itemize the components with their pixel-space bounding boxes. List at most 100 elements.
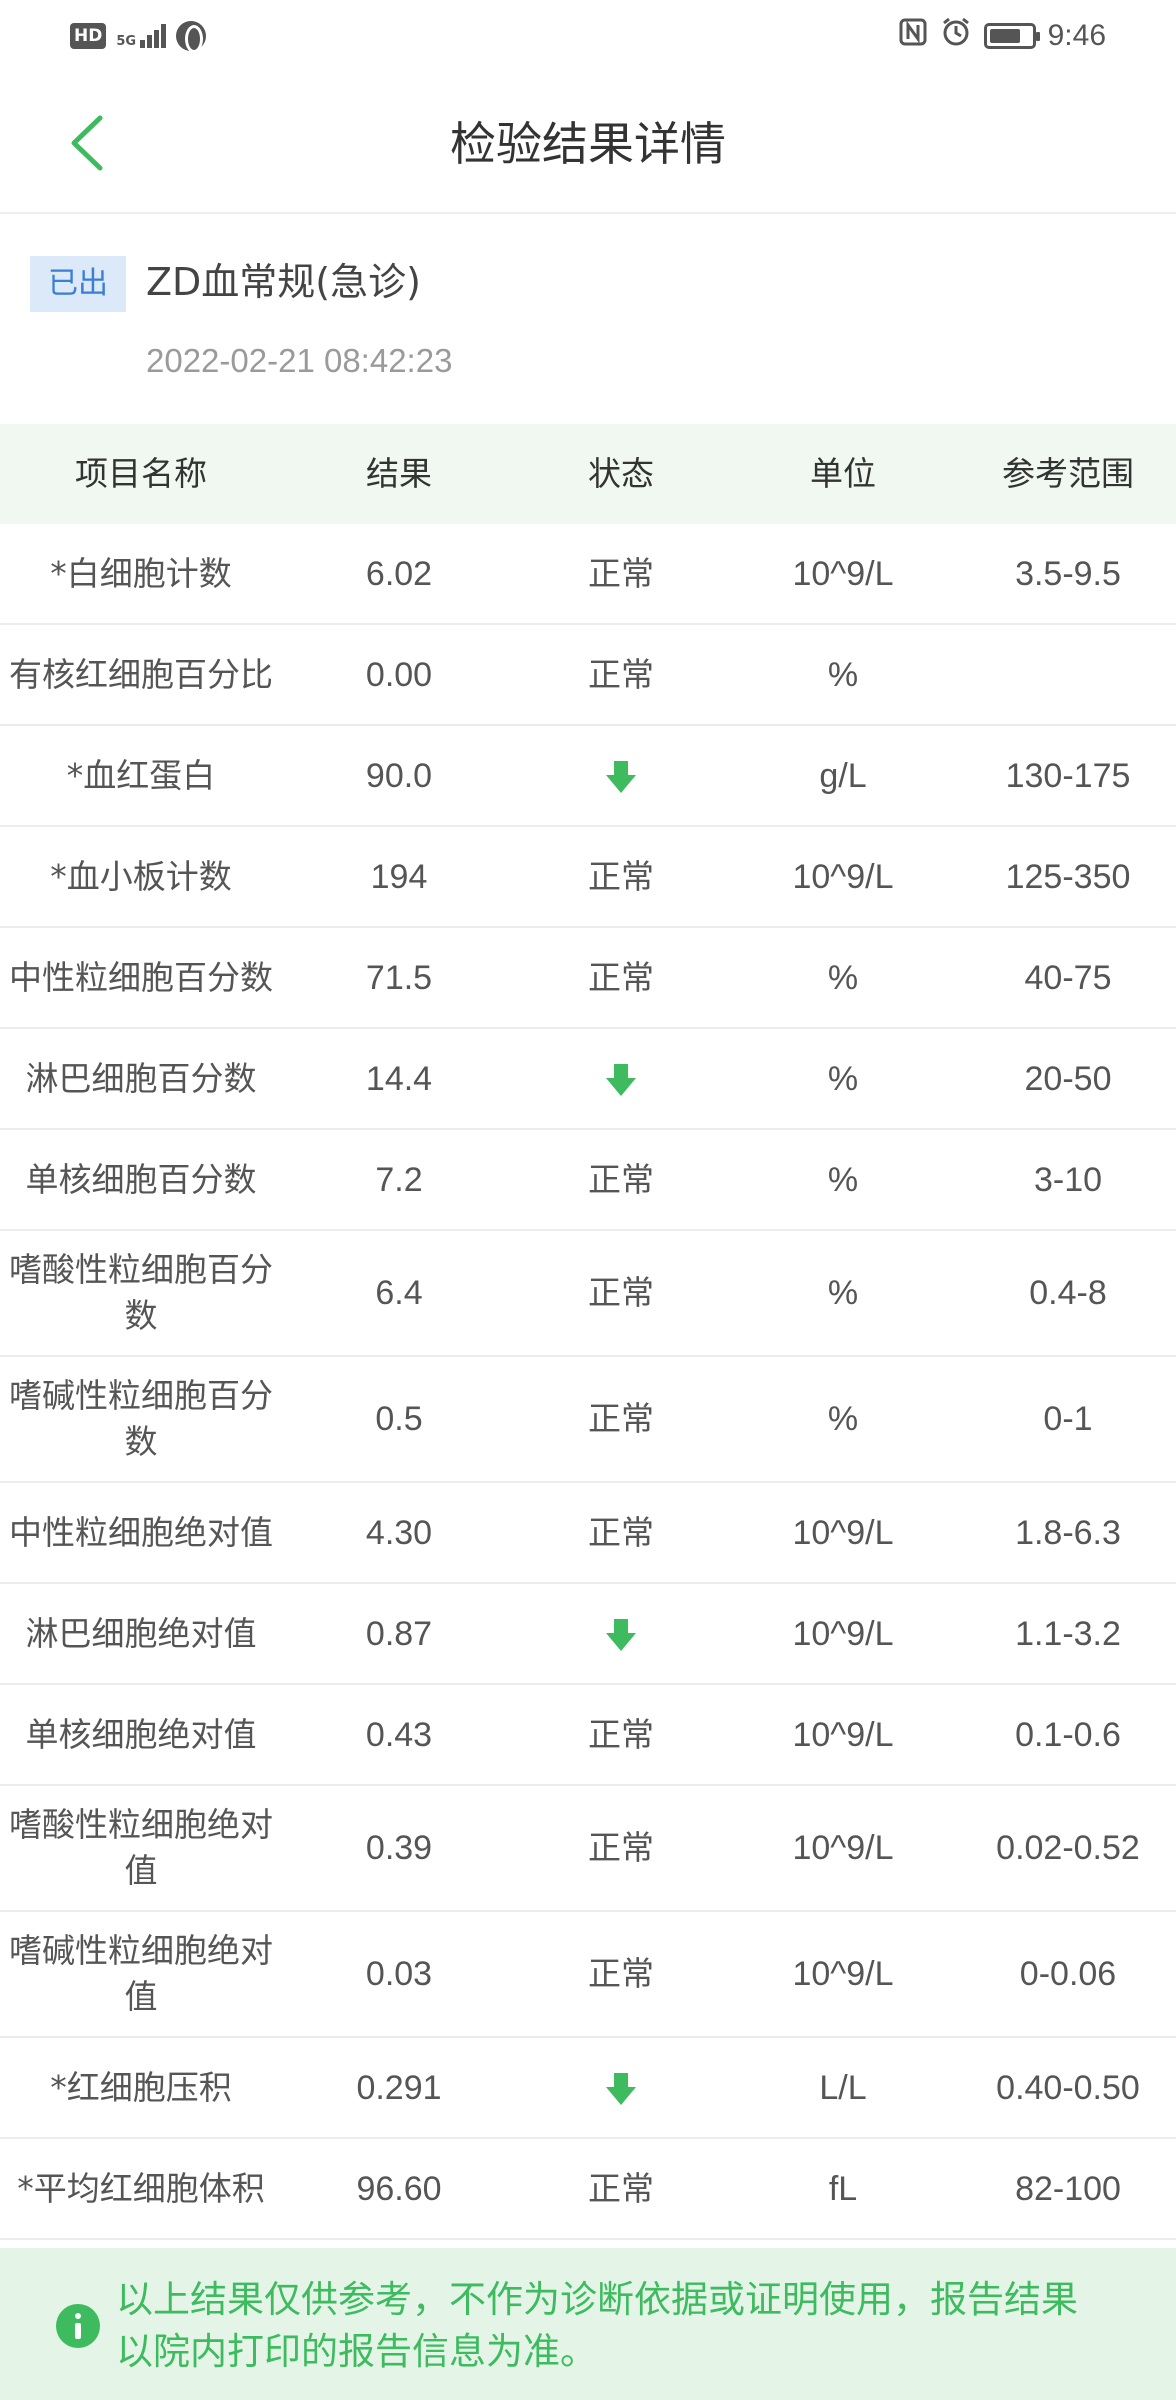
reference-range: 3.5-9.5 xyxy=(1015,554,1121,593)
result-value: 6.02 xyxy=(365,554,433,593)
item-name: 嗜酸性粒细胞百分数 xyxy=(9,1250,273,1335)
result-value: 0.03 xyxy=(365,1955,433,1993)
unit-value: fL xyxy=(828,2169,858,2208)
result-value: 0.87 xyxy=(365,1614,433,1653)
table-row: 淋巴细胞绝对值 0.87 10^9/L 1.1-3.2 xyxy=(0,1584,1176,1685)
nfc-icon xyxy=(898,17,928,56)
status-text: 正常 xyxy=(588,1399,654,1438)
status-badge: 已出 xyxy=(30,256,126,312)
header-result: 结果 xyxy=(366,454,432,493)
status-text: 正常 xyxy=(588,1828,654,1867)
unit-value: % xyxy=(827,958,859,997)
table-row: 中性粒细胞百分数 71.5 正常% 40-75 xyxy=(0,928,1176,1029)
status-text: 正常 xyxy=(588,2168,654,2208)
item-name: 淋巴细胞百分数 xyxy=(25,1058,257,1098)
status-bar-left: HD 5G xyxy=(70,18,207,54)
result-value: 0.5 xyxy=(375,1400,423,1438)
result-value: 0.39 xyxy=(365,1829,433,1867)
unit-value: % xyxy=(827,1059,859,1098)
unit-value: % xyxy=(827,1274,859,1312)
reference-range: 1.1-3.2 xyxy=(1015,1614,1121,1653)
reference-range: 130-175 xyxy=(1005,756,1131,795)
unit-value: 10^9/L xyxy=(792,1513,894,1552)
table-row: 单核细胞绝对值 0.43 正常 10^9/L 0.1-0.6 xyxy=(0,1685,1176,1786)
status-time: 9:46 xyxy=(1047,19,1106,52)
result-value: 0.291 xyxy=(356,2068,442,2107)
disclaimer-notice: 以上结果仅供参考，不作为诊断依据或证明使用，报告结果以院内打印的报告信息为准。 xyxy=(0,2248,1176,2400)
status-text: 正常 xyxy=(588,654,654,694)
header-status: 状态 xyxy=(588,454,654,493)
unit-value: 10^9/L xyxy=(792,1614,894,1653)
disclaimer-text: 以上结果仅供参考，不作为诊断依据或证明使用，报告结果以院内打印的报告信息为准。 xyxy=(116,2278,1078,2373)
reference-range: 0.4-8 xyxy=(1029,1274,1107,1312)
item-name: *白细胞计数 xyxy=(50,553,232,593)
table-header: 项目名称 结果 状态 单位 参考范围 xyxy=(0,424,1176,524)
unit-value: L/L xyxy=(819,2068,867,2107)
unit-value: 10^9/L xyxy=(792,1715,894,1754)
arrow-down-icon xyxy=(606,1619,636,1651)
unit-value: % xyxy=(827,1400,859,1438)
status-text: 正常 xyxy=(588,1954,654,1993)
info-icon xyxy=(56,2304,100,2348)
reference-range: 125-350 xyxy=(1005,857,1131,896)
table-row: 嗜碱性粒细胞绝对值 0.03 正常 10^9/L 0-0.06 xyxy=(0,1912,1176,2038)
header-unit: 单位 xyxy=(810,454,876,493)
unit-value: 10^9/L xyxy=(792,857,894,896)
table-row: 嗜碱性粒细胞百分数 0.5 正常% 0-1 xyxy=(0,1357,1176,1483)
battery-level xyxy=(989,29,1020,43)
status-bar-right: 9:46 xyxy=(898,16,1106,57)
result-value: 6.4 xyxy=(375,1274,423,1312)
unit-value: g/L xyxy=(819,756,867,795)
reference-range: 0.40-0.50 xyxy=(996,2068,1140,2107)
signal-icon: 5G xyxy=(116,24,167,49)
reference-range: 0-1 xyxy=(1043,1400,1093,1438)
nav-bar: 检验结果详情 xyxy=(0,72,1176,214)
status-text: 正常 xyxy=(588,1512,654,1552)
item-name: *血小板计数 xyxy=(50,856,232,896)
item-name: 淋巴细胞绝对值 xyxy=(25,1613,257,1653)
unit-value: 10^9/L xyxy=(792,1829,894,1867)
status-bar: HD 5G 9:46 xyxy=(0,0,1176,72)
table-row: 嗜酸性粒细胞百分数 6.4 正常% 0.4-8 xyxy=(0,1231,1176,1357)
item-name: *平均红细胞体积 xyxy=(17,2168,265,2208)
result-value: 96.60 xyxy=(356,2169,442,2208)
table-body: *白细胞计数 6.02 正常 10^9/L 3.5-9.5 有核红细胞百分比 0.00 正常%… xyxy=(0,524,1176,2240)
result-value: 71.5 xyxy=(365,958,433,997)
reference-range: 0.1-0.6 xyxy=(1015,1715,1121,1754)
table-row: 嗜酸性粒细胞绝对值 0.39 正常 10^9/L 0.02-0.52 xyxy=(0,1786,1176,1912)
header-item-name: 项目名称 xyxy=(75,454,207,493)
report-datetime: 2022-02-21 08:42:23 xyxy=(146,342,453,379)
table-row: 中性粒细胞绝对值 4.30 正常 10^9/L 1.8-6.3 xyxy=(0,1483,1176,1584)
status-text: 正常 xyxy=(588,1273,654,1312)
report-header: 已出 ZD血常规(急诊) 2022-02-21 08:42:23 xyxy=(0,216,1176,424)
table-row: *红细胞压积 0.291 L/L 0.40-0.50 xyxy=(0,2038,1176,2139)
unit-value: 10^9/L xyxy=(792,554,894,593)
status-low xyxy=(516,1611,726,1657)
arrow-down-icon xyxy=(606,2073,636,2105)
alarm-icon xyxy=(940,16,972,57)
status-text: 正常 xyxy=(588,553,654,593)
battery-icon xyxy=(983,23,1040,49)
reference-range: 40-75 xyxy=(1024,958,1112,997)
table-row: *血红蛋白 90.0 g/L 130-175 xyxy=(0,726,1176,827)
reference-range: 0-0.06 xyxy=(1019,1955,1117,1993)
unit-value: % xyxy=(827,1160,859,1199)
result-value: 0.00 xyxy=(365,655,433,694)
status-text: 正常 xyxy=(588,1159,654,1199)
table-row: *血小板计数 194 正常 10^9/L 125-350 xyxy=(0,827,1176,928)
status-low xyxy=(516,2065,726,2111)
status-text: 正常 xyxy=(588,957,654,997)
table-row: 有核红细胞百分比 0.00 正常% xyxy=(0,625,1176,726)
arrow-down-icon xyxy=(606,761,636,793)
arrow-down-icon xyxy=(606,1064,636,1096)
item-name: 嗜碱性粒细胞百分数 xyxy=(9,1376,273,1461)
table-row: *平均红细胞体积 96.60 正常 fL 82-100 xyxy=(0,2139,1176,2240)
status-low xyxy=(516,753,726,799)
item-name: 中性粒细胞绝对值 xyxy=(9,1512,273,1552)
reference-range: 20-50 xyxy=(1024,1059,1112,1098)
item-name: 单核细胞百分数 xyxy=(25,1159,257,1199)
table-row: 单核细胞百分数 7.2 正常% 3-10 xyxy=(0,1130,1176,1231)
result-value: 7.2 xyxy=(375,1160,423,1199)
status-low xyxy=(516,1056,726,1102)
network-type-label: 5G xyxy=(116,34,137,49)
